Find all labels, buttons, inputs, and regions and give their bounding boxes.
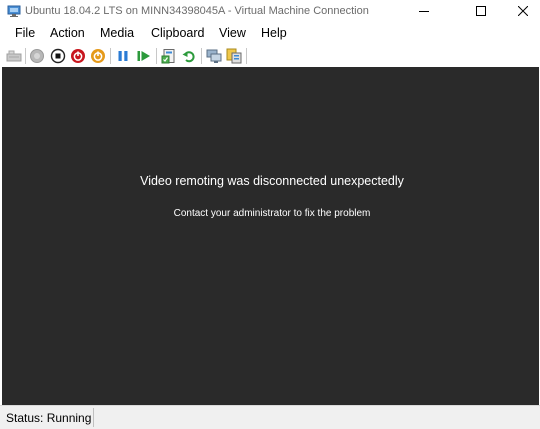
disconnect-message: Video remoting was disconnected unexpect…	[140, 174, 404, 188]
status-text: Status: Running	[6, 411, 92, 425]
menu-media[interactable]: Media	[100, 25, 134, 41]
toolbar-separator	[201, 48, 202, 64]
vm-connection-icon	[7, 4, 21, 18]
enhanced-session-icon	[206, 48, 222, 64]
window-title: Ubuntu 18.04.2 LTS on MINN34398045A - Vi…	[25, 5, 369, 17]
share-icon	[226, 48, 242, 64]
toolbar	[0, 44, 540, 67]
minimize-button[interactable]	[401, 0, 447, 22]
maximize-button[interactable]	[458, 0, 504, 22]
start-icon	[29, 48, 45, 64]
menu-clipboard[interactable]: Clipboard	[151, 25, 205, 41]
toolbar-separator	[110, 48, 111, 64]
maximize-icon	[476, 6, 486, 16]
menu-file[interactable]: File	[15, 25, 35, 41]
shut-down-icon	[70, 48, 86, 64]
checkpoint-icon	[161, 48, 177, 64]
toolbar-separator	[156, 48, 157, 64]
start-button[interactable]	[29, 48, 45, 64]
revert-button[interactable]	[181, 48, 197, 64]
pause-button[interactable]	[115, 48, 131, 64]
status-divider	[93, 408, 94, 427]
resume-icon	[136, 48, 152, 64]
menu-action[interactable]: Action	[50, 25, 85, 41]
enhanced-session-button[interactable]	[206, 48, 222, 64]
status-bar: Status: Running	[0, 405, 540, 429]
revert-icon	[181, 48, 197, 64]
menu-view[interactable]: View	[219, 25, 246, 41]
toolbar-separator	[246, 48, 247, 64]
menu-bar: File Action Media Clipboard View Help	[0, 22, 540, 44]
toolbar-separator	[25, 48, 26, 64]
disconnect-submessage: Contact your administrator to fix the pr…	[173, 208, 371, 219]
minimize-icon	[419, 6, 429, 16]
title-bar[interactable]: Ubuntu 18.04.2 LTS on MINN34398045A - Vi…	[0, 0, 540, 22]
ctrl-alt-del-button[interactable]	[6, 48, 22, 64]
resume-button[interactable]	[136, 48, 152, 64]
shut-down-button[interactable]	[70, 48, 86, 64]
close-button[interactable]	[500, 0, 540, 22]
turn-off-button[interactable]	[50, 48, 66, 64]
vm-connection-window: Ubuntu 18.04.2 LTS on MINN34398045A - Vi…	[0, 0, 540, 429]
share-button[interactable]	[226, 48, 242, 64]
checkpoint-button[interactable]	[161, 48, 177, 64]
menu-help[interactable]: Help	[261, 25, 287, 41]
ctrl-alt-del-icon	[6, 48, 22, 64]
close-icon	[518, 6, 528, 16]
pause-icon	[115, 48, 131, 64]
save-state-button[interactable]	[90, 48, 106, 64]
turn-off-icon	[50, 48, 66, 64]
vm-display[interactable]: Video remoting was disconnected unexpect…	[2, 67, 539, 405]
save-state-icon	[90, 48, 106, 64]
